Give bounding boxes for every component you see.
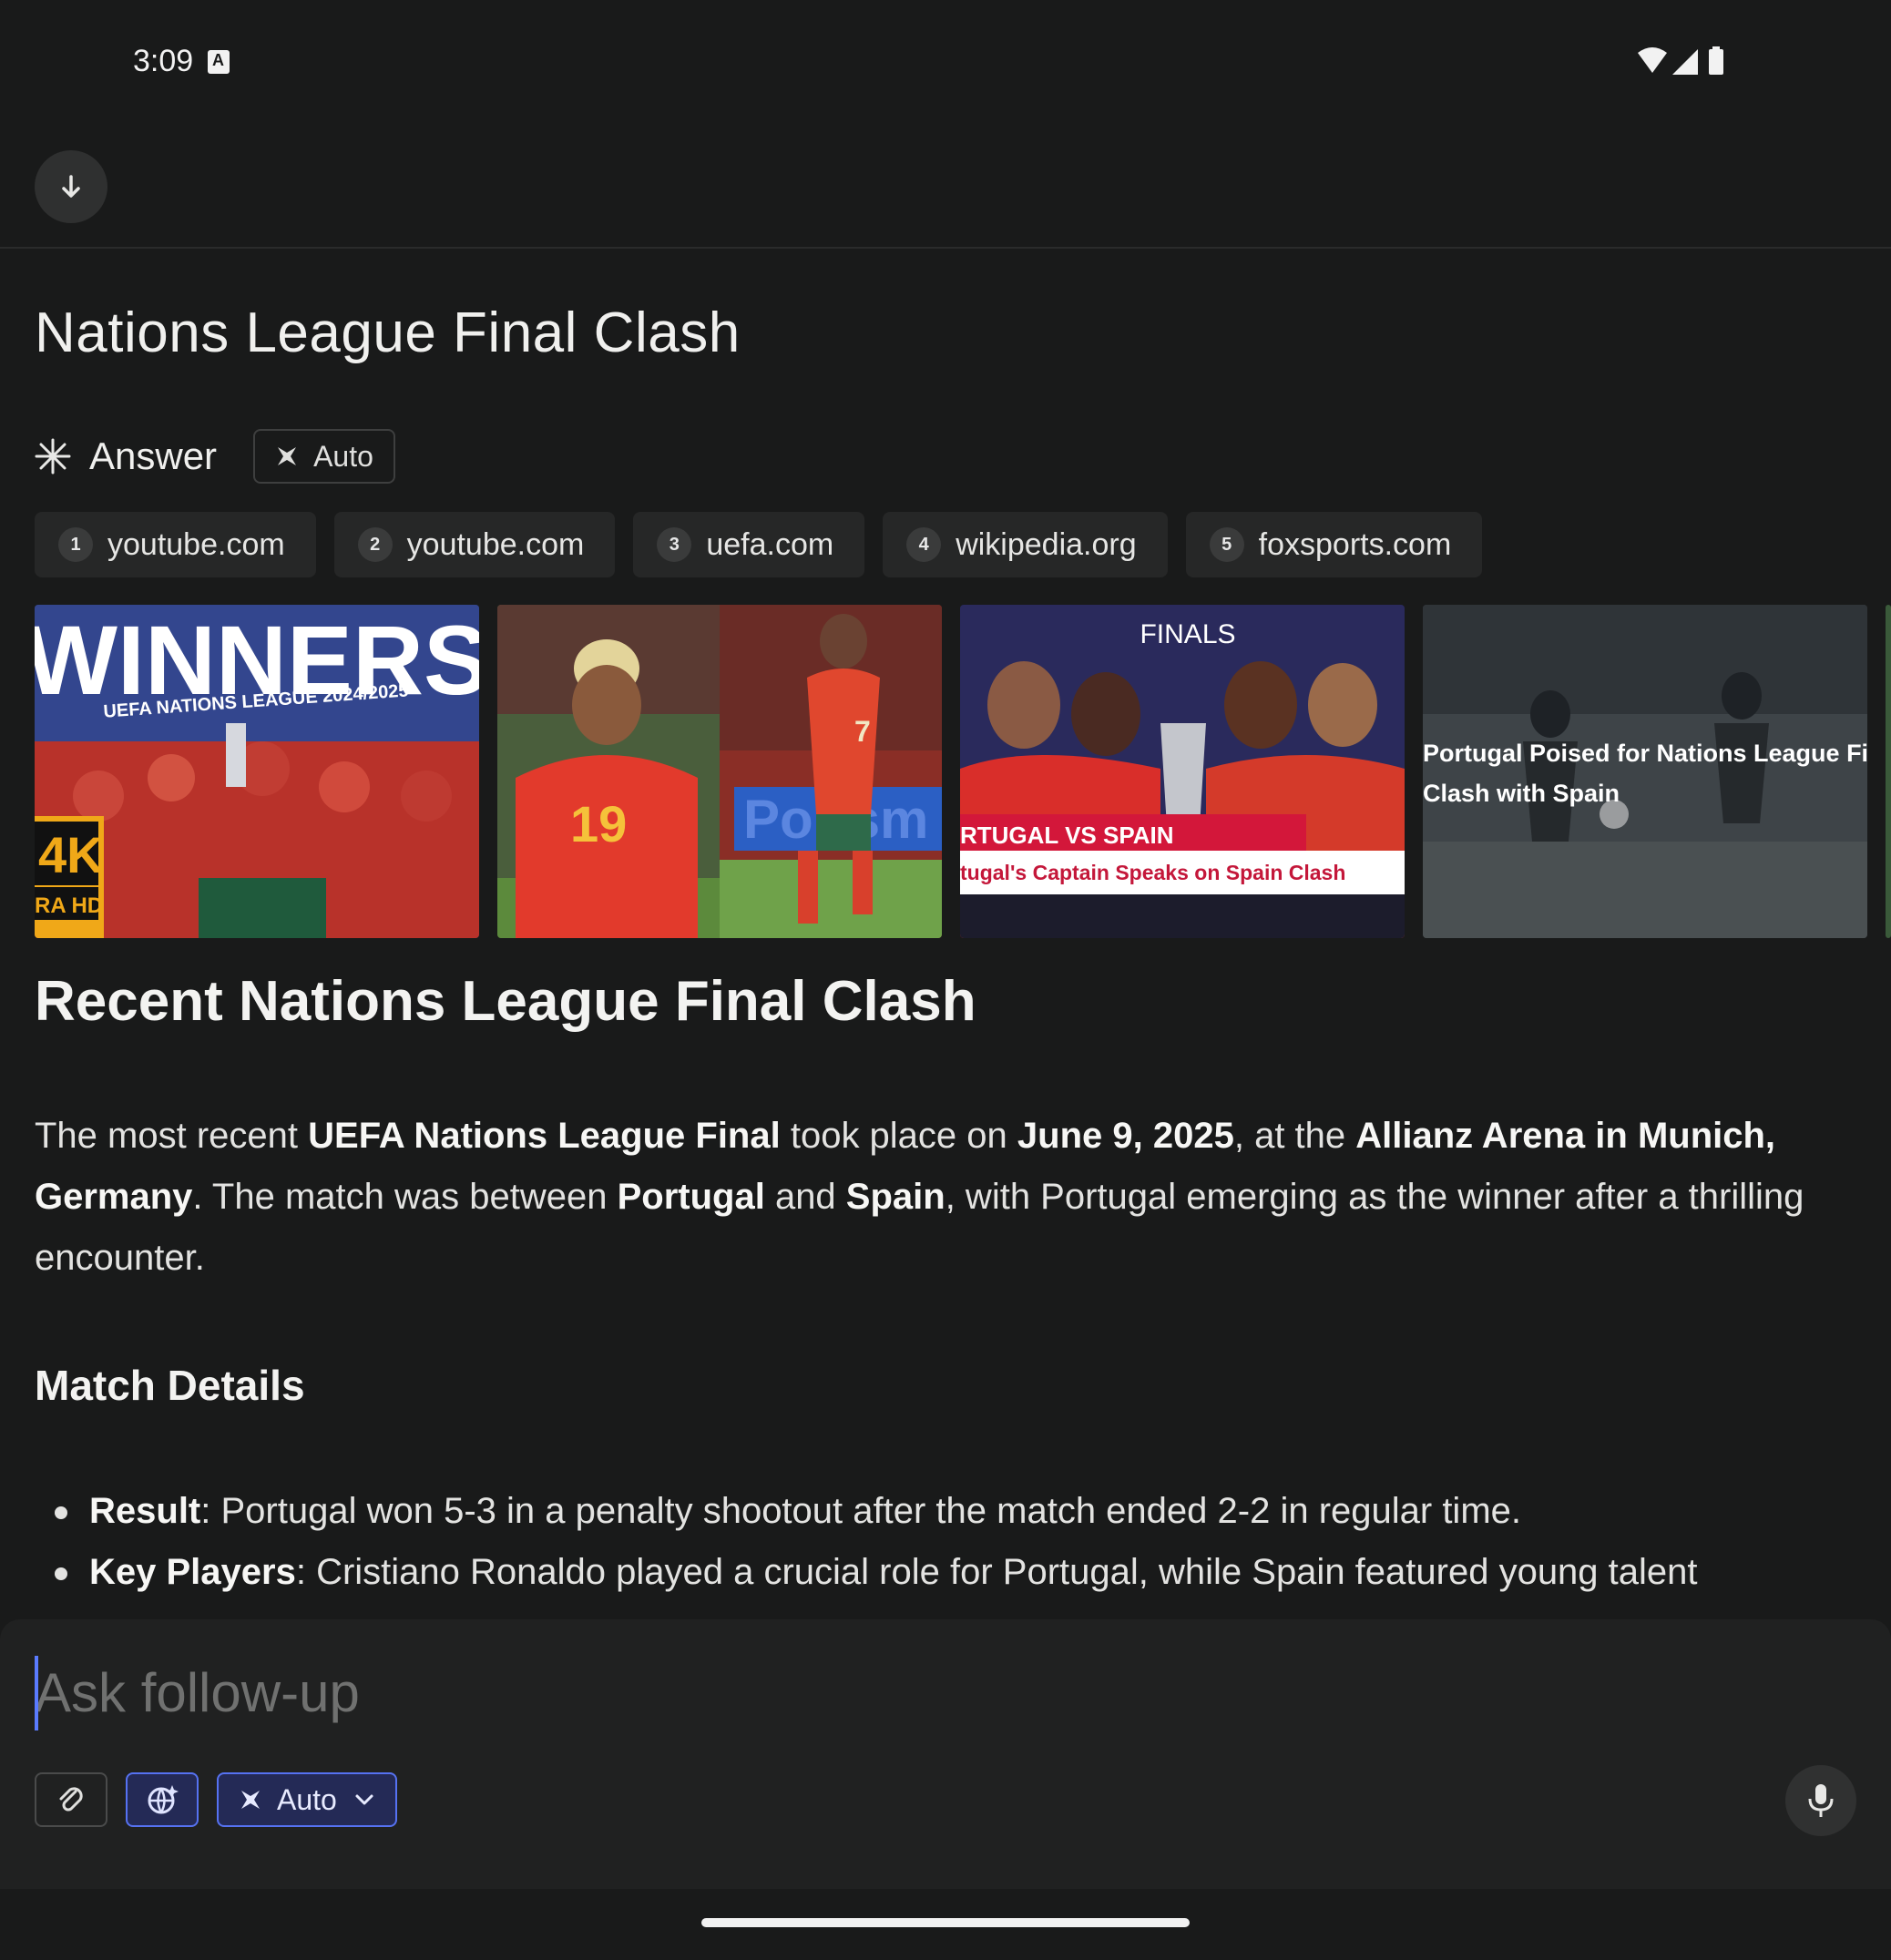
thumb-jersey-19: 19	[570, 795, 627, 852]
source-number: 4	[906, 527, 942, 562]
thumb-overlay-line-1: Portugal Poised for Nations League Fina	[1423, 740, 1867, 767]
media-thumbnail[interactable]: 19 Por sm 7	[497, 605, 942, 938]
arrow-down-icon	[62, 175, 80, 198]
signal-icon	[1672, 49, 1698, 75]
list-item: Result: Portugal won 5-3 in a penalty sh…	[35, 1481, 1856, 1542]
attach-button[interactable]	[35, 1772, 107, 1827]
thumb-banner-title: RTUGAL VS SPAIN	[960, 822, 1174, 849]
source-chip[interactable]: 5 foxsports.com	[1185, 512, 1483, 577]
mode-icon	[278, 447, 297, 465]
answer-paragraph: The most recent UEFA Nations League Fina…	[35, 1116, 1804, 1278]
notification-a-icon	[208, 50, 230, 74]
source-number: 1	[58, 527, 93, 562]
thumb-hd-badge: RA HD	[35, 893, 103, 918]
followup-input[interactable]	[35, 1656, 1765, 1729]
source-domain: youtube.com	[107, 526, 285, 562]
thumb-overlay-line-2: Clash with Spain	[1423, 780, 1620, 807]
mic-icon	[1808, 1784, 1834, 1817]
list-item-label: Key Players	[89, 1552, 296, 1592]
source-chip[interactable]: 1 youtube.com	[35, 512, 316, 577]
bold-term: Spain	[845, 1177, 946, 1217]
chevron-down-icon	[355, 1794, 373, 1805]
wifi-icon	[1638, 47, 1667, 73]
bold-term: UEFA Nations League Final	[308, 1116, 781, 1156]
source-domain: wikipedia.org	[956, 526, 1137, 562]
answer-heading: Recent Nations League Final Clash	[35, 970, 976, 1033]
thumb-finals-header: FINALS	[1140, 619, 1235, 649]
answer-header: Answer Auto	[35, 428, 395, 485]
answer-label: Answer	[89, 434, 218, 477]
collapse-button[interactable]	[35, 150, 107, 223]
battery-icon	[1709, 49, 1723, 75]
bold-term: Portugal	[617, 1177, 765, 1217]
list-item: Key Players: Cristiano Ronaldo played a …	[35, 1542, 1856, 1603]
system-status-icons	[1638, 46, 1723, 75]
source-chip[interactable]: 3 uefa.com	[633, 512, 865, 577]
status-time: 3:09	[133, 44, 194, 78]
home-indicator[interactable]	[701, 1918, 1190, 1927]
answer-mode-label: Auto	[313, 439, 373, 473]
list-item-label: Result	[89, 1491, 201, 1531]
source-domain: foxsports.com	[1258, 526, 1452, 562]
composer-tools: Auto	[35, 1772, 397, 1827]
mode-selector-button[interactable]: Auto	[217, 1772, 397, 1827]
mode-icon	[241, 1791, 260, 1809]
thumb-jersey-7: 7	[854, 715, 871, 748]
list-item-text: : Portugal won 5-3 in a penalty shootout…	[200, 1491, 1521, 1531]
source-list: 1 youtube.com 2 youtube.com 3 uefa.com 4…	[35, 512, 1483, 577]
list-item-text: : Cristiano Ronaldo played a crucial rol…	[295, 1552, 1698, 1592]
web-search-icon	[148, 1785, 179, 1814]
match-details-list: Result: Portugal won 5-3 in a penalty sh…	[35, 1481, 1856, 1603]
text-caret	[35, 1656, 38, 1730]
thumb-4k-badge: 4K	[38, 826, 104, 883]
source-number: 5	[1209, 527, 1244, 562]
source-number: 2	[357, 527, 393, 562]
web-search-toggle[interactable]	[126, 1772, 199, 1827]
thumb-banner-subtitle: tugal's Captain Speaks on Spain Clash	[960, 861, 1345, 884]
media-thumbnail[interactable]	[1886, 605, 1891, 938]
attach-icon	[59, 1787, 83, 1812]
followup-composer: Auto	[0, 1619, 1891, 1889]
bold-term: June 9, 2025	[1017, 1116, 1234, 1156]
status-bar: 3:09	[0, 0, 1891, 124]
source-chip[interactable]: 4 wikipedia.org	[883, 512, 1168, 577]
source-domain: uefa.com	[706, 526, 834, 562]
voice-input-button[interactable]	[1785, 1765, 1856, 1836]
source-domain: youtube.com	[406, 526, 585, 562]
mode-selector-label: Auto	[277, 1782, 337, 1816]
answer-mode-chip[interactable]: Auto	[253, 429, 395, 484]
answer-sparkle-icon	[35, 438, 71, 475]
media-thumbnail[interactable]: Portugal Poised for Nations League Fina …	[1423, 605, 1867, 938]
media-thumbnail[interactable]: FINALS RTUGAL VS SPAIN tugal's Captain S…	[960, 605, 1405, 938]
source-number: 3	[657, 527, 692, 562]
source-chip[interactable]: 2 youtube.com	[333, 512, 616, 577]
media-thumbnail[interactable]: WINNERS UEFA NATIONS LEAGUE 2024/2025 4K…	[35, 605, 479, 938]
query-title: Nations League Final Clash	[35, 301, 741, 364]
match-details-heading: Match Details	[35, 1362, 305, 1409]
media-strip[interactable]: WINNERS UEFA NATIONS LEAGUE 2024/2025 4K…	[35, 605, 1891, 938]
header-divider	[0, 247, 1891, 249]
